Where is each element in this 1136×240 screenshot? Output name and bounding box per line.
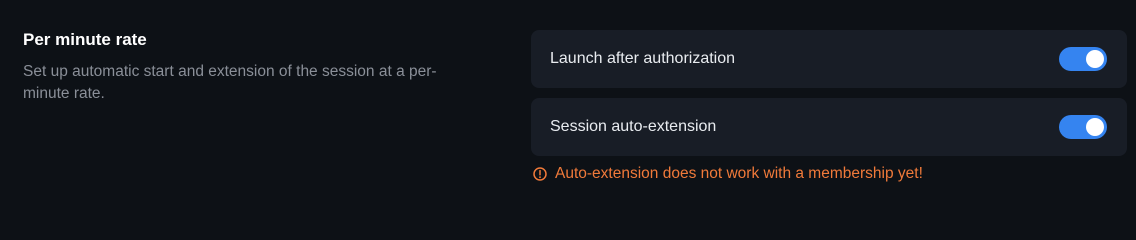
toggle-knob <box>1086 50 1104 68</box>
warning-text: Auto-extension does not work with a memb… <box>555 165 923 182</box>
setting-label: Session auto-extension <box>550 118 717 135</box>
setting-label: Launch after authorization <box>550 50 736 67</box>
section-description: Set up automatic start and extension of … <box>23 63 437 102</box>
toggle-knob <box>1086 118 1104 136</box>
setting-session-auto-extension: Session auto-extension <box>531 98 1127 156</box>
setting-launch-after-authorization: Launch after authorization <box>531 30 1127 88</box>
launch-after-authorization-toggle[interactable] <box>1059 47 1107 71</box>
warning-message: Auto-extension does not work with a memb… <box>533 164 923 184</box>
warning-circle-icon <box>533 167 547 181</box>
session-auto-extension-toggle[interactable] <box>1059 115 1107 139</box>
section-title: Per minute rate <box>23 30 147 49</box>
